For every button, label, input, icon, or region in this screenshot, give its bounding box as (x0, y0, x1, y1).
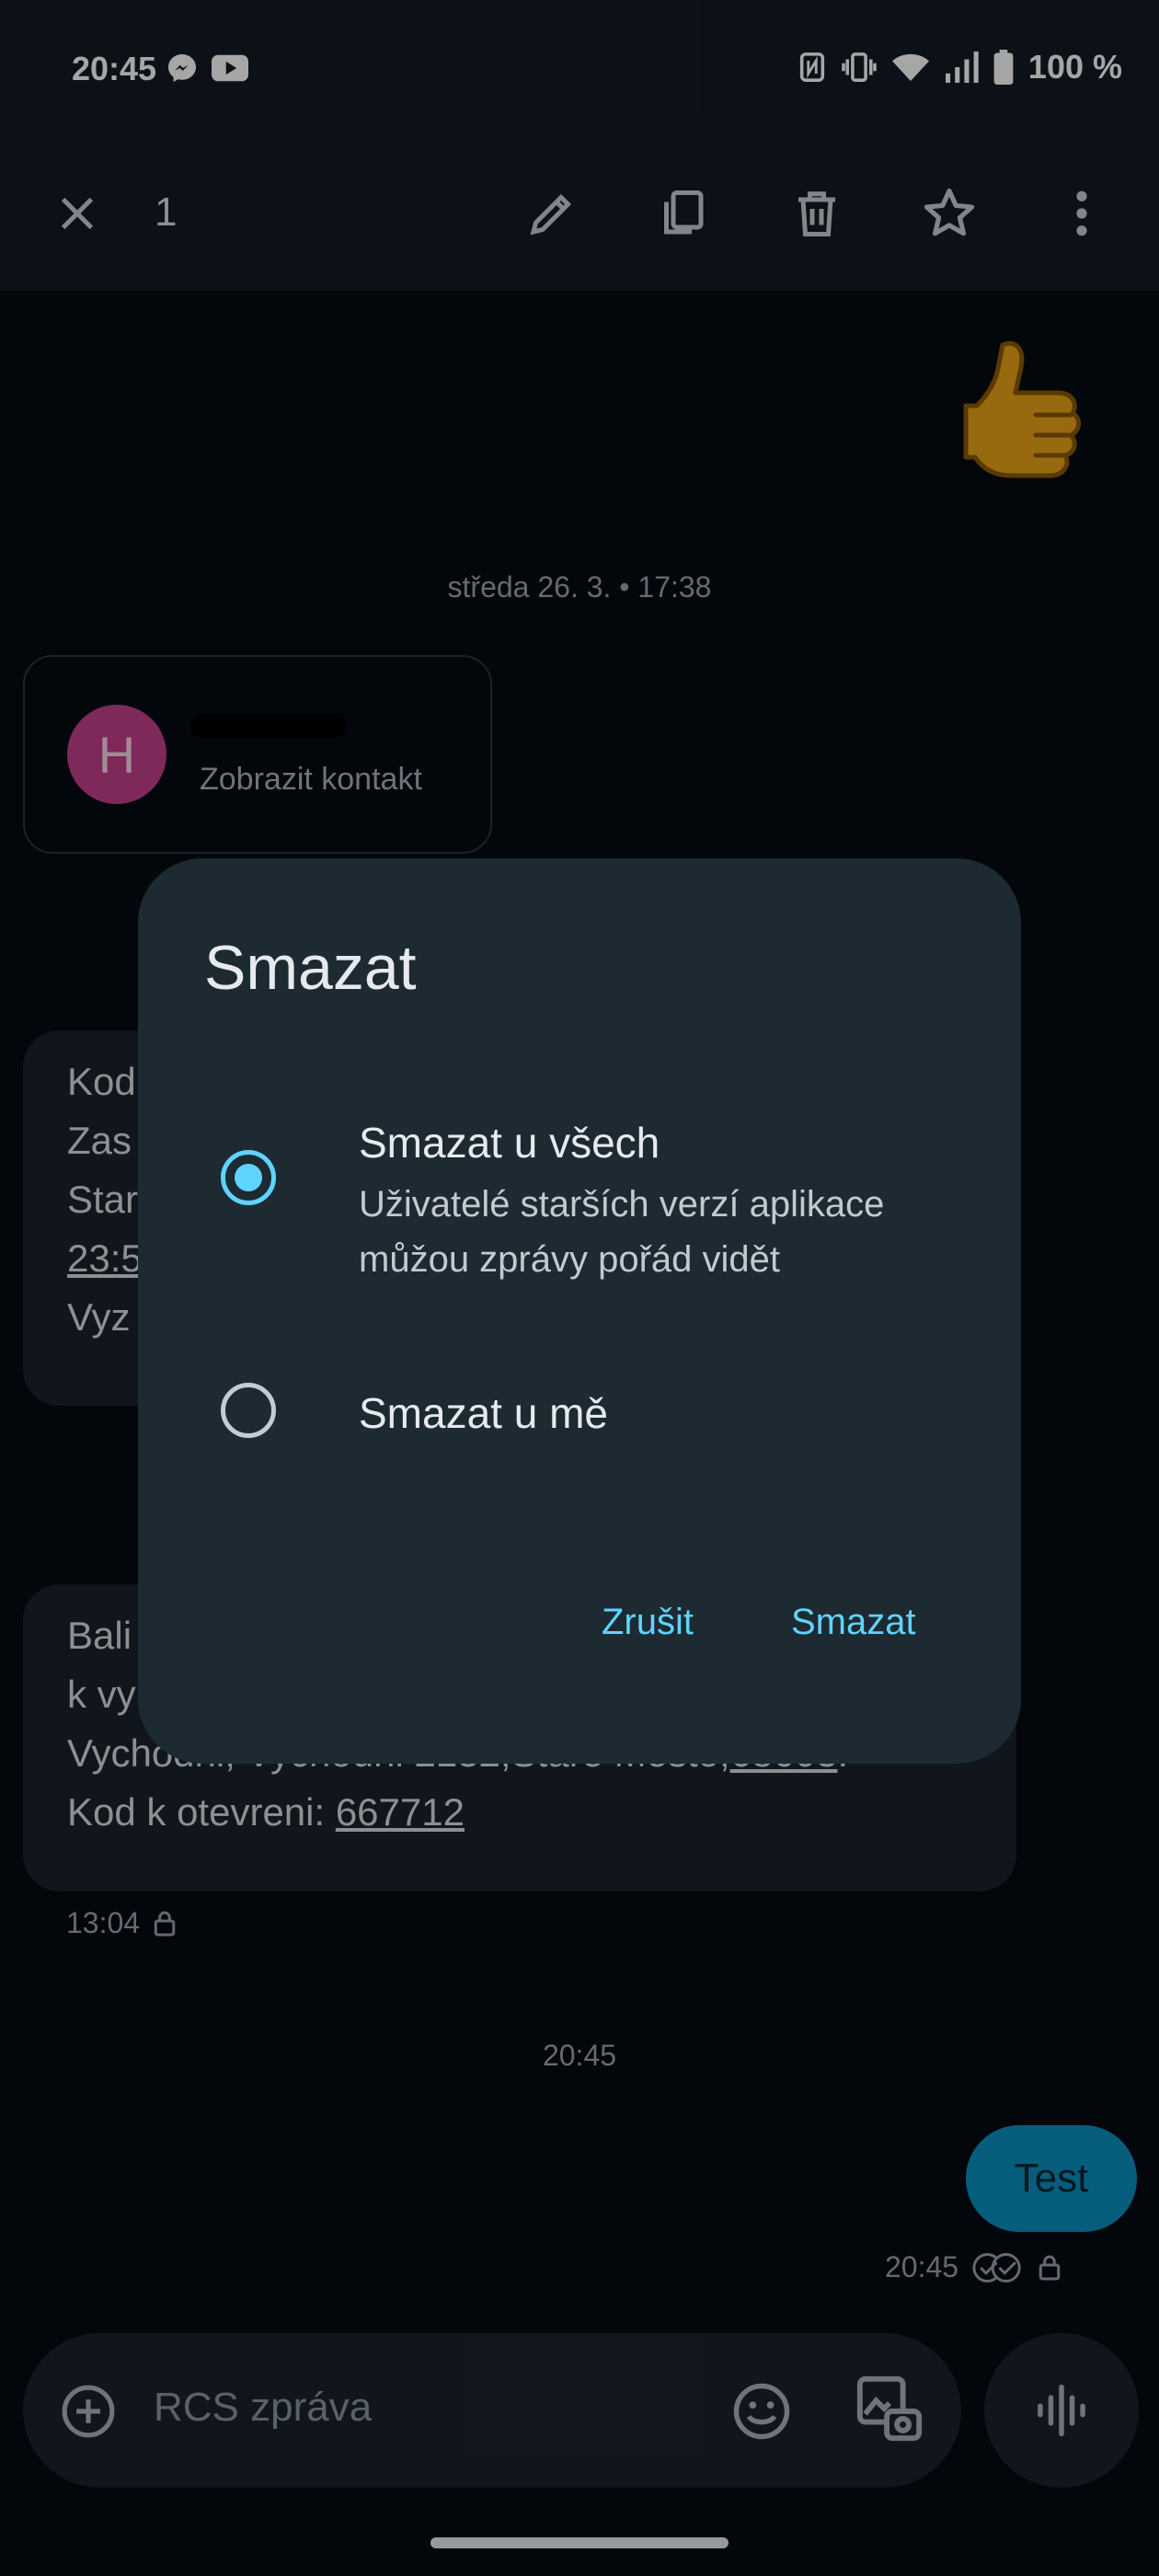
option-delete-for-me[interactable]: Smazat u mě (359, 1388, 608, 1438)
option-description-line: Uživatelé starších verzí aplikace (359, 1184, 885, 1225)
delete-dialog: Smazat Smazat u všech Uživatelé starších… (138, 858, 1021, 1764)
radio-delete-for-me[interactable] (221, 1383, 276, 1438)
option-delete-for-everyone[interactable]: Smazat u všech (359, 1118, 660, 1167)
option-description: Uživatelé starších verzí aplikace můžou … (359, 1177, 984, 1287)
radio-delete-for-everyone[interactable] (221, 1150, 276, 1205)
option-description-line: můžou zprávy pořád vidět (359, 1239, 781, 1280)
confirm-delete-button[interactable]: Smazat (791, 1602, 916, 1643)
dialog-title: Smazat (204, 933, 417, 1003)
cancel-button[interactable]: Zrušit (602, 1602, 694, 1643)
